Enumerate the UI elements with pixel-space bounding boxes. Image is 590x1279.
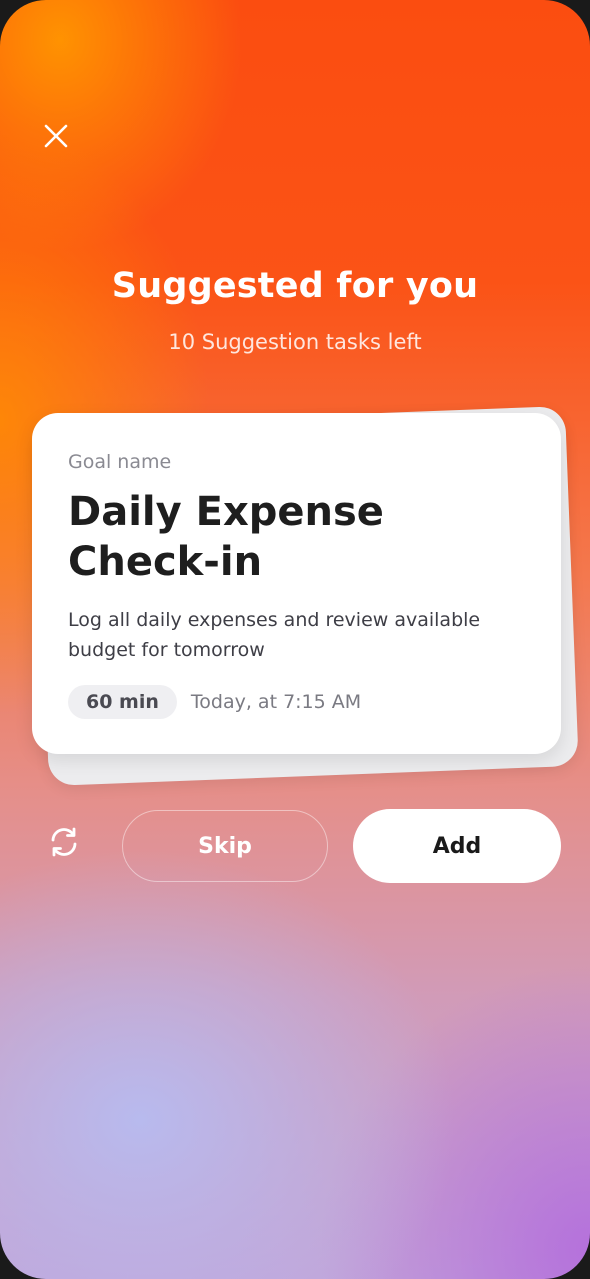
refresh-button[interactable] [44, 822, 84, 862]
task-meta: 60 min Today, at 7:15 AM [68, 685, 361, 719]
page-title: Suggested for you [111, 266, 479, 306]
close-icon [44, 124, 68, 148]
skip-button[interactable]: Skip [122, 810, 328, 882]
goal-title: Daily Expense Check-in [68, 489, 384, 585]
schedule-time: Today, at 7:15 AM [190, 691, 362, 713]
goal-description: Log all daily expenses and review availa… [68, 609, 481, 661]
duration-badge: 60 min [68, 685, 177, 719]
goal-label: Goal name [68, 451, 172, 473]
suggestion-card[interactable]: Goal name Daily Expense Check-in Log all… [32, 413, 561, 754]
close-button[interactable] [38, 118, 74, 154]
add-button[interactable]: Add [353, 809, 561, 883]
suggestion-screen: Suggested for you 10 Suggestion tasks le… [0, 0, 590, 1279]
refresh-icon [51, 827, 77, 857]
tasks-left-count: 10 Suggestion tasks left [168, 330, 422, 354]
